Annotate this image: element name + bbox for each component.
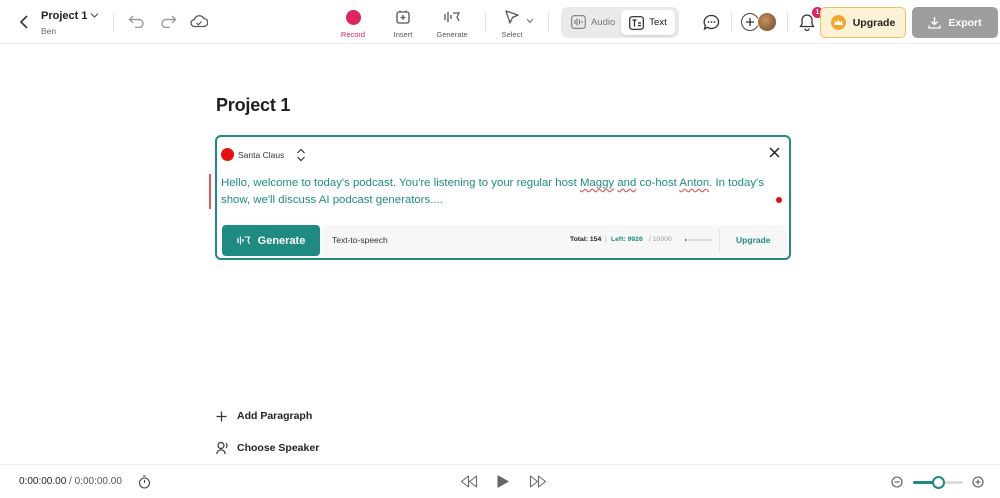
speaker-name[interactable]: Santa Claus <box>238 150 284 160</box>
char-left: Left: 9926 <box>611 236 643 243</box>
page-title[interactable]: Project 1 <box>216 95 290 116</box>
flagged-word: Anton <box>679 177 710 189</box>
download-icon <box>928 17 942 29</box>
paragraph-card[interactable]: Santa Claus Hello, welcome to today's po… <box>215 135 791 260</box>
record-dot-icon <box>345 9 361 25</box>
chevron-down-icon[interactable] <box>90 12 99 19</box>
mode-audio-label: Audio <box>591 16 616 28</box>
flagged-word: and <box>617 177 637 189</box>
separator-bar: | <box>605 236 607 243</box>
record-label: Record <box>340 30 366 39</box>
speaker-voice-icon <box>216 441 228 455</box>
pointer-icon <box>505 10 519 24</box>
generate-voice-icon <box>237 236 250 245</box>
paragraph-marker <box>209 174 211 209</box>
speaker-switch-icon[interactable] <box>296 148 306 162</box>
divider <box>485 12 486 32</box>
usage-track <box>685 239 712 241</box>
redo-icon[interactable] <box>160 14 177 28</box>
char-limit: / 10000 <box>649 236 672 243</box>
insert-button[interactable]: Insert <box>378 8 428 39</box>
top-toolbar: Project 1 Ben Record Insert Generate Sel… <box>0 0 1000 44</box>
mode-audio[interactable]: Audio <box>571 15 615 29</box>
record-button[interactable]: Record <box>328 8 378 39</box>
mode-toggle: Audio Text <box>561 7 679 38</box>
paragraph-text-segment: Hello, welcome to today's podcast. You'r… <box>221 177 580 189</box>
generate-voice-icon <box>443 12 460 22</box>
tts-engine-label[interactable]: Text-to-speech <box>332 235 388 245</box>
play-icon[interactable] <box>496 474 510 489</box>
time-total: 0:00:00.00 <box>74 476 122 487</box>
mode-text-label: Text <box>649 17 667 28</box>
project-name[interactable]: Project 1 <box>41 10 87 22</box>
rewind-icon[interactable] <box>460 475 478 488</box>
project-owner: Ben <box>41 26 57 36</box>
upgrade-link[interactable]: Upgrade <box>736 235 770 245</box>
divider <box>787 12 788 32</box>
char-total: Total: 154 <box>570 236 602 243</box>
choose-speaker-label: Choose Speaker <box>237 442 320 454</box>
mode-text[interactable]: Text <box>621 10 675 35</box>
add-paragraph-label: Add Paragraph <box>237 410 313 422</box>
text-mode-icon <box>629 15 645 30</box>
paragraph-text-segment: co-host <box>636 177 680 189</box>
plus-icon <box>216 411 227 421</box>
unsaved-indicator <box>776 197 782 203</box>
upgrade-button[interactable]: Upgrade <box>820 7 906 38</box>
usage-fill <box>685 239 686 241</box>
divider <box>731 12 732 32</box>
time-current: 0:00:00.00 <box>19 476 67 487</box>
waveform-icon <box>571 15 586 29</box>
tts-bar: Text-to-speech Total: 154 | Left: 9926 /… <box>322 225 788 256</box>
speaker-color-dot <box>221 148 234 161</box>
cloud-sync-icon[interactable] <box>190 14 208 28</box>
select-label: Select <box>501 30 523 39</box>
close-icon[interactable] <box>769 147 780 158</box>
divider <box>548 12 549 32</box>
undo-icon[interactable] <box>128 14 145 28</box>
export-label: Export <box>948 16 982 29</box>
generate-label: Generate <box>436 30 468 39</box>
flagged-word: Maggy <box>579 177 615 189</box>
generate-button[interactable]: Generate <box>427 8 477 39</box>
timer-icon[interactable] <box>138 475 151 489</box>
zoom-slider[interactable] <box>913 476 963 489</box>
back-arrow-icon[interactable] <box>18 14 30 30</box>
divider <box>113 12 114 32</box>
export-button[interactable]: Export <box>912 7 998 38</box>
time-separator: / <box>66 476 75 487</box>
fast-forward-icon[interactable] <box>529 475 547 488</box>
generate-button[interactable]: Generate <box>222 225 320 256</box>
time-readout: 0:00:00.00 / 0:00:00.00 <box>19 476 122 487</box>
crown-icon <box>830 15 846 30</box>
comment-icon[interactable] <box>703 14 720 31</box>
select-chevron-icon[interactable] <box>526 18 534 24</box>
avatar[interactable] <box>757 12 777 32</box>
zoom-in-icon[interactable] <box>972 476 984 488</box>
generate-label: Generate <box>257 234 306 247</box>
add-paragraph-button[interactable]: Add Paragraph <box>216 410 312 422</box>
zoom-out-icon[interactable] <box>891 476 903 488</box>
choose-speaker-button[interactable]: Choose Speaker <box>216 441 319 455</box>
playback-bar: 0:00:00.00 / 0:00:00.00 <box>0 464 1000 498</box>
insert-label: Insert <box>393 30 413 39</box>
divider <box>719 229 720 252</box>
paragraph-text[interactable]: Hello, welcome to today's podcast. You'r… <box>221 175 777 209</box>
insert-icon <box>396 10 410 24</box>
zoom-slider-handle[interactable] <box>931 476 945 489</box>
upgrade-label: Upgrade <box>852 16 896 29</box>
